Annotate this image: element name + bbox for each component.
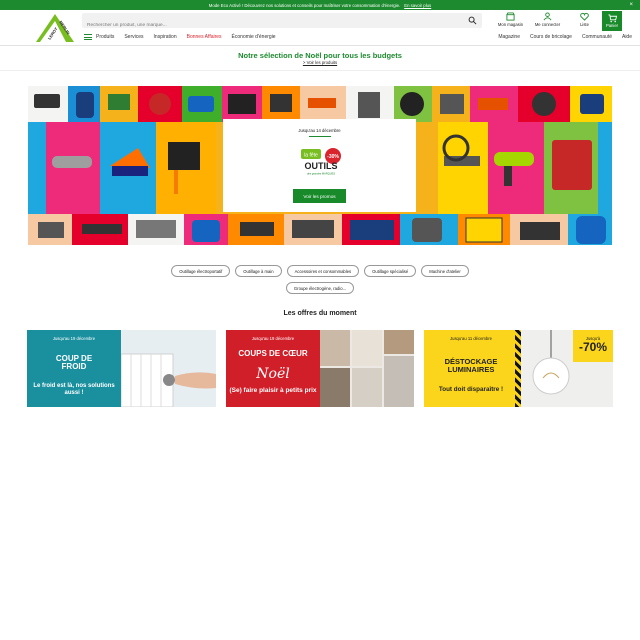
account-label: Me connecter <box>534 22 561 27</box>
offer-date: Jusqu'au 11 décembre <box>450 336 492 341</box>
nav-item-services[interactable]: Services <box>124 34 143 40</box>
chip-electroportatif[interactable]: Outillage électroportatif <box>171 265 231 277</box>
fete-big-text: OUTILS <box>305 161 338 171</box>
header-actions: Mon magasin Me connecter Liste <box>492 12 603 30</box>
offer-card-destockage[interactable]: Jusqu'au 11 décembre DÉSTOCKAGE LUMINAIR… <box>424 330 613 407</box>
announcement-bar: Mode Eco Activé ! Découvrez nos solution… <box>0 0 640 10</box>
chip-groupe-electrogene[interactable]: Groupe électrogène, radio... <box>285 282 355 294</box>
nav-item-inspiration[interactable]: Inspiration <box>154 34 177 40</box>
category-chips: Outillage électroportatif Outillage à ma… <box>155 265 485 294</box>
offer-card-coup-de-froid[interactable]: Jusqu'au 19 décembre COUP DE FROID Le fr… <box>27 330 216 407</box>
user-icon <box>543 12 552 21</box>
wishlist-label: Liste <box>580 22 589 27</box>
offer-subtitle: (Se) faire plaisir à petits prix <box>229 387 317 394</box>
secondary-nav: Magazine Cours de bricolage Communauté A… <box>488 34 632 40</box>
site-header: LEROY MERLIN Mon magasin Me connecter Li… <box>0 10 640 46</box>
offer-heading-line2: FROID <box>61 362 87 371</box>
offer-heading: DÉSTOCKAGE LUMINAIRES <box>444 357 498 374</box>
chip-specialise[interactable]: Outillage spécialisé <box>364 265 417 277</box>
chip-accessoires[interactable]: Accessoires et consommables <box>286 265 360 277</box>
nav-item-cours[interactable]: Cours de bricolage <box>530 34 572 40</box>
main-nav: Produits Services Inspiration Bonnes Aff… <box>84 34 286 40</box>
chip-outillage-main[interactable]: Outillage à main <box>235 265 282 277</box>
promo-until: Jusqu'au 14 décembre <box>298 128 341 133</box>
nav-item-magazine[interactable]: Magazine <box>498 34 520 40</box>
divider <box>0 70 640 71</box>
offer-subtitle: Le froid est là, nos solutions aussi ! <box>33 383 115 396</box>
store-button[interactable]: Mon magasin <box>492 12 529 30</box>
heart-icon <box>580 12 589 21</box>
decor-photo-grid <box>320 330 414 407</box>
products-menu-button[interactable]: Produits <box>84 34 114 40</box>
offers-title: Les offres du moment <box>283 310 357 317</box>
cart-button[interactable]: Panier <box>602 11 622 31</box>
brand-logo[interactable]: LEROY MERLIN <box>36 12 74 44</box>
offer-date: Jusqu'au 19 décembre <box>251 336 295 341</box>
search-input[interactable] <box>82 18 462 33</box>
badge-value: -70% <box>578 340 607 354</box>
fete-badge: -30% <box>327 154 339 160</box>
fete-sub-text: des grandes MARQUES <box>307 172 335 176</box>
noel-title: Notre sélection de Noël pour tous les bu… <box>238 51 402 60</box>
fete-small-text: la fête <box>304 153 318 159</box>
announcement-link[interactable]: En savoir plus <box>404 3 431 8</box>
offer-noel-script: Noël <box>256 366 290 382</box>
nav-item-bonnes-affaires[interactable]: Bonnes Affaires <box>187 34 222 40</box>
offer-card-coups-de-coeur[interactable]: Jusqu'au 19 décembre COUPS DE CŒUR Noël … <box>226 330 414 407</box>
nav-item-energie[interactable]: Économie d'énergie <box>232 34 276 40</box>
nav-item-communaute[interactable]: Communauté <box>582 34 612 40</box>
offer-heading: COUP DE FROID <box>27 355 121 371</box>
store-label: Mon magasin <box>497 22 524 27</box>
nav-item-aide[interactable]: Aide <box>622 34 632 40</box>
announcement-text: Mode Eco Activé ! Découvrez nos solution… <box>208 2 401 8</box>
radiator-photo <box>120 330 216 407</box>
close-icon[interactable]: × <box>629 1 633 9</box>
fete-des-outils-logo: la fête -30% OUTILS des grandes MARQUES <box>301 148 341 176</box>
search-bar <box>82 13 482 33</box>
chip-machine-atelier[interactable]: Machine d'atelier <box>421 265 469 277</box>
discount-badge: Jusqu'à -70% <box>573 330 613 362</box>
store-icon <box>506 12 515 21</box>
offer-subtitle: Tout doit disparaître ! <box>438 386 504 393</box>
menu-icon <box>84 34 92 40</box>
products-menu-label: Produits <box>96 34 115 40</box>
offer-date: Jusqu'au 19 décembre <box>52 336 96 341</box>
cart-label: Panier <box>605 23 619 28</box>
view-promos-button[interactable]: Voir les promos <box>293 189 346 203</box>
cart-icon <box>607 14 617 23</box>
divider <box>309 136 331 137</box>
search-icon[interactable] <box>468 16 477 25</box>
offer-heading: COUPS DE CŒUR <box>238 349 308 358</box>
promo-card: Jusqu'au 14 décembre la fête -30% OUTILS… <box>223 119 416 212</box>
noel-products-link[interactable]: > Voir les produits <box>0 60 640 65</box>
wishlist-button[interactable]: Liste <box>566 12 603 30</box>
account-button[interactable]: Me connecter <box>529 12 566 30</box>
